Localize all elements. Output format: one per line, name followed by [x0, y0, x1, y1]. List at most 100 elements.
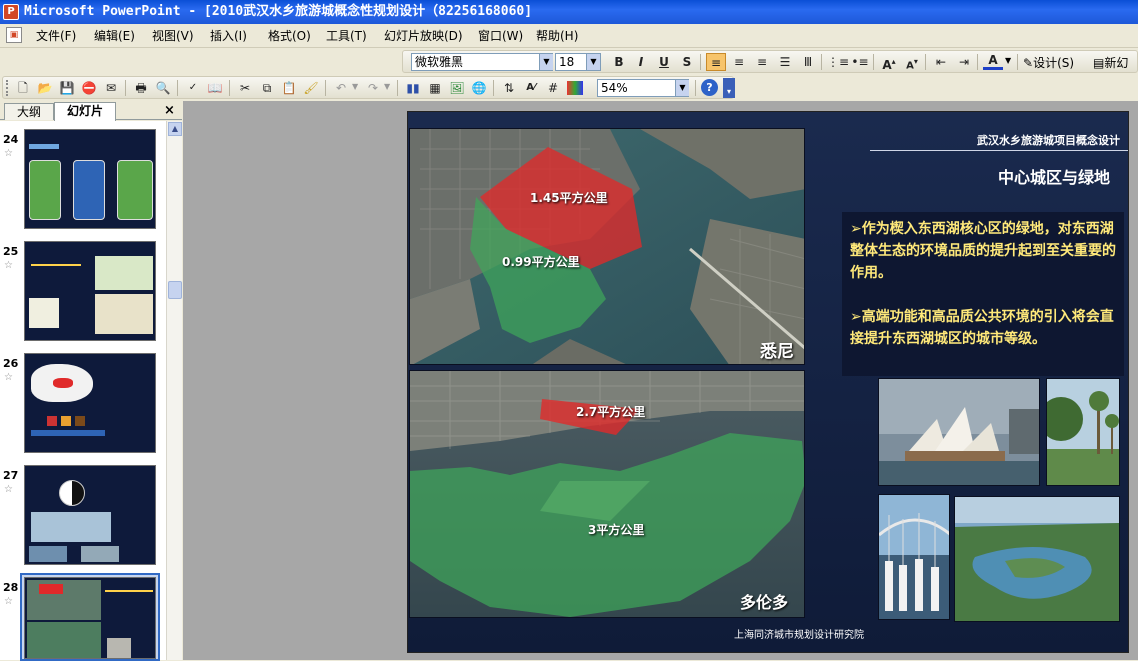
print-preview-icon[interactable]: 🔍: [153, 79, 173, 97]
sydney-city-label: 悉尼: [760, 342, 794, 362]
save-icon[interactable]: 💾: [57, 79, 77, 97]
decrease-indent-icon[interactable]: ⇤: [931, 53, 951, 71]
powerpoint-icon[interactable]: P: [3, 4, 19, 20]
menu-window[interactable]: 窗口(W): [478, 28, 523, 44]
thumb-shape: [53, 378, 73, 388]
close-icon[interactable]: ×: [164, 103, 175, 118]
insert-picture-icon[interactable]: 🖼: [447, 79, 467, 97]
chevron-down-icon[interactable]: ▼: [352, 82, 358, 91]
slide-thumbnail-28[interactable]: [24, 577, 156, 659]
pane-scrollbar[interactable]: ▲: [166, 121, 182, 660]
design-button[interactable]: ✎设计(S): [1023, 54, 1074, 71]
toolbar-grip[interactable]: [6, 80, 10, 96]
new-icon[interactable]: 🗋: [13, 79, 33, 97]
park-photo: [1046, 378, 1120, 486]
transition-star-icon: ☆: [4, 148, 13, 159]
format-painter-icon[interactable]: 🖌: [301, 79, 321, 97]
menu-format[interactable]: 格式(O): [268, 28, 311, 44]
current-slide[interactable]: 1.45平方公里 0.99平方公里 悉尼 2.7平方公里 3平方公里 多伦多 武…: [407, 111, 1129, 653]
sydney-red-area-label: 1.45平方公里: [530, 191, 608, 205]
chevron-down-icon[interactable]: ▼: [539, 54, 553, 70]
vertical-text-icon[interactable]: Ⅲ: [798, 53, 818, 71]
justify-icon[interactable]: ☰: [775, 53, 795, 71]
toolbar-options-icon[interactable]: ▾: [723, 78, 735, 98]
email-icon[interactable]: ✉: [101, 79, 121, 97]
slide-number: 28: [3, 581, 19, 594]
bullet-list-icon[interactable]: •≡: [850, 53, 870, 71]
print-icon[interactable]: 🖶: [131, 79, 151, 97]
menu-edit[interactable]: 编辑(E): [94, 28, 135, 44]
slide-thumbnail-27[interactable]: [24, 465, 156, 565]
italic-button[interactable]: I: [631, 53, 651, 71]
tab-slides[interactable]: 幻灯片: [54, 102, 116, 121]
open-icon[interactable]: 📂: [35, 79, 55, 97]
chevron-down-icon[interactable]: ▼: [1005, 56, 1011, 65]
toolbar-separator: [1017, 54, 1018, 70]
slide-thumbnail-25[interactable]: [24, 241, 156, 341]
underline-button[interactable]: U: [654, 53, 674, 71]
show-formatting-icon[interactable]: A⁄: [521, 79, 541, 97]
increase-indent-icon[interactable]: ⇥: [954, 53, 974, 71]
spelling-icon[interactable]: ✓: [183, 79, 203, 97]
new-slide-label: 新幻: [1104, 56, 1129, 70]
slide-number: 24: [3, 133, 19, 146]
toronto-map: 2.7平方公里 3平方公里 多伦多: [409, 370, 805, 618]
thumb-shape: [107, 638, 131, 658]
decrease-font-icon[interactable]: A▾: [902, 53, 922, 71]
font-color-icon[interactable]: A: [983, 53, 1003, 70]
new-slide-button[interactable]: ▤新幻: [1093, 54, 1128, 71]
scroll-thumb[interactable]: [168, 281, 182, 299]
font-combo[interactable]: 微软雅黑: [411, 53, 553, 71]
chevron-down-icon[interactable]: ▼: [586, 54, 600, 70]
grid-icon[interactable]: #: [543, 79, 563, 97]
menu-insert[interactable]: 插入(I): [210, 28, 247, 44]
scroll-up-icon[interactable]: ▲: [168, 122, 182, 136]
menu-help[interactable]: 帮助(H): [536, 28, 578, 44]
align-center-icon[interactable]: ≡: [729, 53, 749, 71]
menu-view[interactable]: 视图(V): [152, 28, 194, 44]
paste-icon[interactable]: 📋: [279, 79, 299, 97]
menu-slideshow[interactable]: 幻灯片放映(D): [384, 28, 463, 44]
hyperlink-icon[interactable]: 🌐: [469, 79, 489, 97]
chevron-down-icon[interactable]: ▼: [675, 80, 689, 96]
thumb-shape: [95, 294, 153, 334]
insert-chart-icon[interactable]: ▮▮: [403, 79, 423, 97]
undo-icon[interactable]: ↶: [331, 79, 351, 97]
bullet-1: ➢作为楔入东西湖核心区的绿地，对东西湖整体生态的环境品质的提升起到至关重要的作用…: [850, 221, 1116, 281]
bullet-box: ➢作为楔入东西湖核心区的绿地，对东西湖整体生态的环境品质的提升起到至关重要的作用…: [842, 212, 1124, 376]
font-size-value: 18: [559, 55, 575, 69]
copy-icon[interactable]: ⧉: [257, 79, 277, 97]
doc-icon[interactable]: ▣: [6, 27, 22, 43]
increase-font-icon[interactable]: A▴: [879, 53, 899, 72]
numbered-list-icon[interactable]: ⋮≡: [827, 53, 849, 71]
toolbar-separator: [977, 54, 978, 70]
shadow-button[interactable]: S: [677, 53, 697, 71]
slide-header: 武汉水乡旅游城项目概念设计: [977, 134, 1120, 147]
help-icon[interactable]: ?: [701, 79, 718, 96]
window-title: Microsoft PowerPoint - [2010武汉水乡旅游城概念性规划…: [24, 4, 533, 19]
menu-file[interactable]: 文件(F): [36, 28, 76, 44]
title-bar: P Microsoft PowerPoint - [2010武汉水乡旅游城概念性…: [0, 0, 1138, 24]
align-right-icon[interactable]: ≡: [752, 53, 772, 71]
chevron-down-icon[interactable]: ▼: [384, 82, 390, 91]
align-left-icon[interactable]: ≡: [706, 53, 726, 71]
expand-all-icon[interactable]: ⇅: [499, 79, 519, 97]
color-grayscale-icon[interactable]: [567, 81, 583, 95]
new-slide-icon: ▤: [1093, 56, 1105, 70]
slide-thumbnail-26[interactable]: [24, 353, 156, 453]
park-image: [1047, 379, 1119, 485]
pencil-icon: ✎: [1023, 56, 1034, 70]
toolbar-separator: [125, 80, 126, 96]
redo-icon[interactable]: ↷: [363, 79, 383, 97]
river-image: [955, 497, 1119, 621]
thumb-shape: [29, 546, 67, 562]
menu-tools[interactable]: 工具(T): [326, 28, 367, 44]
bold-button[interactable]: B: [609, 53, 629, 71]
slide-thumbnail-24[interactable]: [24, 129, 156, 229]
tab-outline[interactable]: 大纲: [4, 103, 54, 120]
sydney-green-area-label: 0.99平方公里: [502, 255, 580, 269]
insert-table-icon[interactable]: ▦: [425, 79, 445, 97]
cut-icon[interactable]: ✂: [235, 79, 255, 97]
permission-icon[interactable]: ⛔: [79, 79, 99, 97]
research-icon[interactable]: 📖: [205, 79, 225, 97]
